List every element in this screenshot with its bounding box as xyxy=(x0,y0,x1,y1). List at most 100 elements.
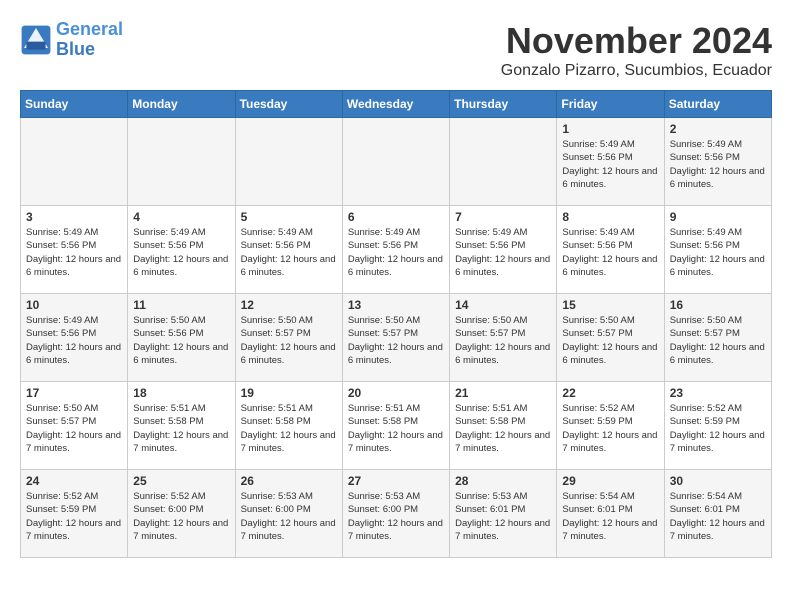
day-number: 16 xyxy=(670,298,766,312)
day-number: 20 xyxy=(348,386,444,400)
table-row: 21 Sunrise: 5:51 AM Sunset: 5:58 PM Dayli… xyxy=(450,382,557,470)
day-number: 28 xyxy=(455,474,551,488)
day-number: 18 xyxy=(133,386,229,400)
day-number: 4 xyxy=(133,210,229,224)
table-row: 6 Sunrise: 5:49 AM Sunset: 5:56 PM Daylig… xyxy=(342,206,449,294)
day-number: 13 xyxy=(348,298,444,312)
day-number: 2 xyxy=(670,122,766,136)
table-row: 29 Sunrise: 5:54 AM Sunset: 6:01 PM Dayli… xyxy=(557,470,664,558)
day-number: 23 xyxy=(670,386,766,400)
table-row: 28Sunrise: 5:53 AM Sunset: 6:01 PM Dayli… xyxy=(450,470,557,558)
table-row: 24Sunrise: 5:52 AM Sunset: 5:59 PM Dayli… xyxy=(21,470,128,558)
header-monday: Monday xyxy=(128,91,235,118)
day-info: Sunrise: 5:49 AM Sunset: 5:56 PM Dayligh… xyxy=(133,226,229,279)
header-area: General Blue November 2024 Gonzalo Pizar… xyxy=(20,20,772,80)
day-info: Sunrise: 5:49 AM Sunset: 5:56 PM Dayligh… xyxy=(670,138,766,191)
table-row: 26Sunrise: 5:53 AM Sunset: 6:00 PM Dayli… xyxy=(235,470,342,558)
day-number: 1 xyxy=(562,122,658,136)
header-wednesday: Wednesday xyxy=(342,91,449,118)
day-info: Sunrise: 5:53 AM Sunset: 6:00 PM Dayligh… xyxy=(348,490,444,543)
header-sunday: Sunday xyxy=(21,91,128,118)
day-number: 27 xyxy=(348,474,444,488)
logo-text: General Blue xyxy=(56,20,123,60)
day-info: Sunrise: 5:52 AM Sunset: 5:59 PM Dayligh… xyxy=(670,402,766,455)
day-info: Sunrise: 5:49 AM Sunset: 5:56 PM Dayligh… xyxy=(348,226,444,279)
day-number: 3 xyxy=(26,210,122,224)
table-row: 15 Sunrise: 5:50 AM Sunset: 5:57 PM Dayli… xyxy=(557,294,664,382)
table-row: 19 Sunrise: 5:51 AM Sunset: 5:58 PM Dayli… xyxy=(235,382,342,470)
day-info: Sunrise: 5:51 AM Sunset: 5:58 PM Dayligh… xyxy=(241,402,337,455)
day-info: Sunrise: 5:53 AM Sunset: 6:00 PM Dayligh… xyxy=(241,490,337,543)
day-info: Sunrise: 5:50 AM Sunset: 5:56 PM Dayligh… xyxy=(133,314,229,367)
day-number: 15 xyxy=(562,298,658,312)
day-number: 17 xyxy=(26,386,122,400)
day-info: Sunrise: 5:49 AM Sunset: 5:56 PM Dayligh… xyxy=(562,138,658,191)
table-row xyxy=(128,118,235,206)
header-saturday: Saturday xyxy=(664,91,771,118)
table-row: 7 Sunrise: 5:49 AM Sunset: 5:56 PM Daylig… xyxy=(450,206,557,294)
day-number: 7 xyxy=(455,210,551,224)
table-row: 12Sunrise: 5:50 AM Sunset: 5:57 PM Dayli… xyxy=(235,294,342,382)
day-info: Sunrise: 5:49 AM Sunset: 5:56 PM Dayligh… xyxy=(26,226,122,279)
month-title: November 2024 xyxy=(501,20,772,62)
logo: General Blue xyxy=(20,20,123,60)
day-number: 30 xyxy=(670,474,766,488)
day-info: Sunrise: 5:50 AM Sunset: 5:57 PM Dayligh… xyxy=(241,314,337,367)
table-row: 18 Sunrise: 5:51 AM Sunset: 5:58 PM Dayli… xyxy=(128,382,235,470)
day-number: 9 xyxy=(670,210,766,224)
day-info: Sunrise: 5:49 AM Sunset: 5:56 PM Dayligh… xyxy=(670,226,766,279)
logo-icon xyxy=(20,24,52,56)
calendar-table: Sunday Monday Tuesday Wednesday Thursday… xyxy=(20,90,772,558)
title-area: November 2024 Gonzalo Pizarro, Sucumbios… xyxy=(501,20,772,80)
day-number: 5 xyxy=(241,210,337,224)
table-row xyxy=(235,118,342,206)
day-info: Sunrise: 5:54 AM Sunset: 6:01 PM Dayligh… xyxy=(562,490,658,543)
day-info: Sunrise: 5:50 AM Sunset: 5:57 PM Dayligh… xyxy=(26,402,122,455)
logo-general: General xyxy=(56,19,123,39)
day-number: 11 xyxy=(133,298,229,312)
day-number: 6 xyxy=(348,210,444,224)
calendar-week-2: 3 Sunrise: 5:49 AM Sunset: 5:56 PM Daylig… xyxy=(21,206,772,294)
table-row: 30 Sunrise: 5:54 AM Sunset: 6:01 PM Dayli… xyxy=(664,470,771,558)
calendar-week-3: 10 Sunrise: 5:49 AM Sunset: 5:56 PM Dayli… xyxy=(21,294,772,382)
day-number: 29 xyxy=(562,474,658,488)
table-row: 3 Sunrise: 5:49 AM Sunset: 5:56 PM Daylig… xyxy=(21,206,128,294)
table-row: 5Sunrise: 5:49 AM Sunset: 5:56 PM Daylig… xyxy=(235,206,342,294)
day-number: 10 xyxy=(26,298,122,312)
table-row: 11 Sunrise: 5:50 AM Sunset: 5:56 PM Dayli… xyxy=(128,294,235,382)
day-number: 22 xyxy=(562,386,658,400)
table-row: 14 Sunrise: 5:50 AM Sunset: 5:57 PM Dayli… xyxy=(450,294,557,382)
day-number: 19 xyxy=(241,386,337,400)
calendar-week-5: 24Sunrise: 5:52 AM Sunset: 5:59 PM Dayli… xyxy=(21,470,772,558)
table-row: 20Sunrise: 5:51 AM Sunset: 5:58 PM Dayli… xyxy=(342,382,449,470)
day-info: Sunrise: 5:51 AM Sunset: 5:58 PM Dayligh… xyxy=(455,402,551,455)
day-info: Sunrise: 5:50 AM Sunset: 5:57 PM Dayligh… xyxy=(455,314,551,367)
calendar-week-1: 1 Sunrise: 5:49 AM Sunset: 5:56 PM Daylig… xyxy=(21,118,772,206)
day-info: Sunrise: 5:49 AM Sunset: 5:56 PM Dayligh… xyxy=(26,314,122,367)
header-tuesday: Tuesday xyxy=(235,91,342,118)
day-info: Sunrise: 5:52 AM Sunset: 6:00 PM Dayligh… xyxy=(133,490,229,543)
calendar-week-4: 17 Sunrise: 5:50 AM Sunset: 5:57 PM Dayli… xyxy=(21,382,772,470)
location-title: Gonzalo Pizarro, Sucumbios, Ecuador xyxy=(501,62,772,80)
table-row: 4 Sunrise: 5:49 AM Sunset: 5:56 PM Daylig… xyxy=(128,206,235,294)
table-row: 13 Sunrise: 5:50 AM Sunset: 5:57 PM Dayli… xyxy=(342,294,449,382)
table-row: 23 Sunrise: 5:52 AM Sunset: 5:59 PM Dayli… xyxy=(664,382,771,470)
day-info: Sunrise: 5:50 AM Sunset: 5:57 PM Dayligh… xyxy=(562,314,658,367)
day-number: 24 xyxy=(26,474,122,488)
day-number: 14 xyxy=(455,298,551,312)
day-info: Sunrise: 5:49 AM Sunset: 5:56 PM Dayligh… xyxy=(455,226,551,279)
table-row xyxy=(450,118,557,206)
day-number: 21 xyxy=(455,386,551,400)
table-row: 8Sunrise: 5:49 AM Sunset: 5:56 PM Daylig… xyxy=(557,206,664,294)
day-info: Sunrise: 5:50 AM Sunset: 5:57 PM Dayligh… xyxy=(348,314,444,367)
table-row: 27 Sunrise: 5:53 AM Sunset: 6:00 PM Dayli… xyxy=(342,470,449,558)
table-row: 2 Sunrise: 5:49 AM Sunset: 5:56 PM Daylig… xyxy=(664,118,771,206)
day-info: Sunrise: 5:50 AM Sunset: 5:57 PM Dayligh… xyxy=(670,314,766,367)
table-row: 17 Sunrise: 5:50 AM Sunset: 5:57 PM Dayli… xyxy=(21,382,128,470)
day-info: Sunrise: 5:49 AM Sunset: 5:56 PM Dayligh… xyxy=(562,226,658,279)
logo-blue: Blue xyxy=(56,39,95,59)
day-info: Sunrise: 5:54 AM Sunset: 6:01 PM Dayligh… xyxy=(670,490,766,543)
header-friday: Friday xyxy=(557,91,664,118)
header-thursday: Thursday xyxy=(450,91,557,118)
day-info: Sunrise: 5:51 AM Sunset: 5:58 PM Dayligh… xyxy=(133,402,229,455)
